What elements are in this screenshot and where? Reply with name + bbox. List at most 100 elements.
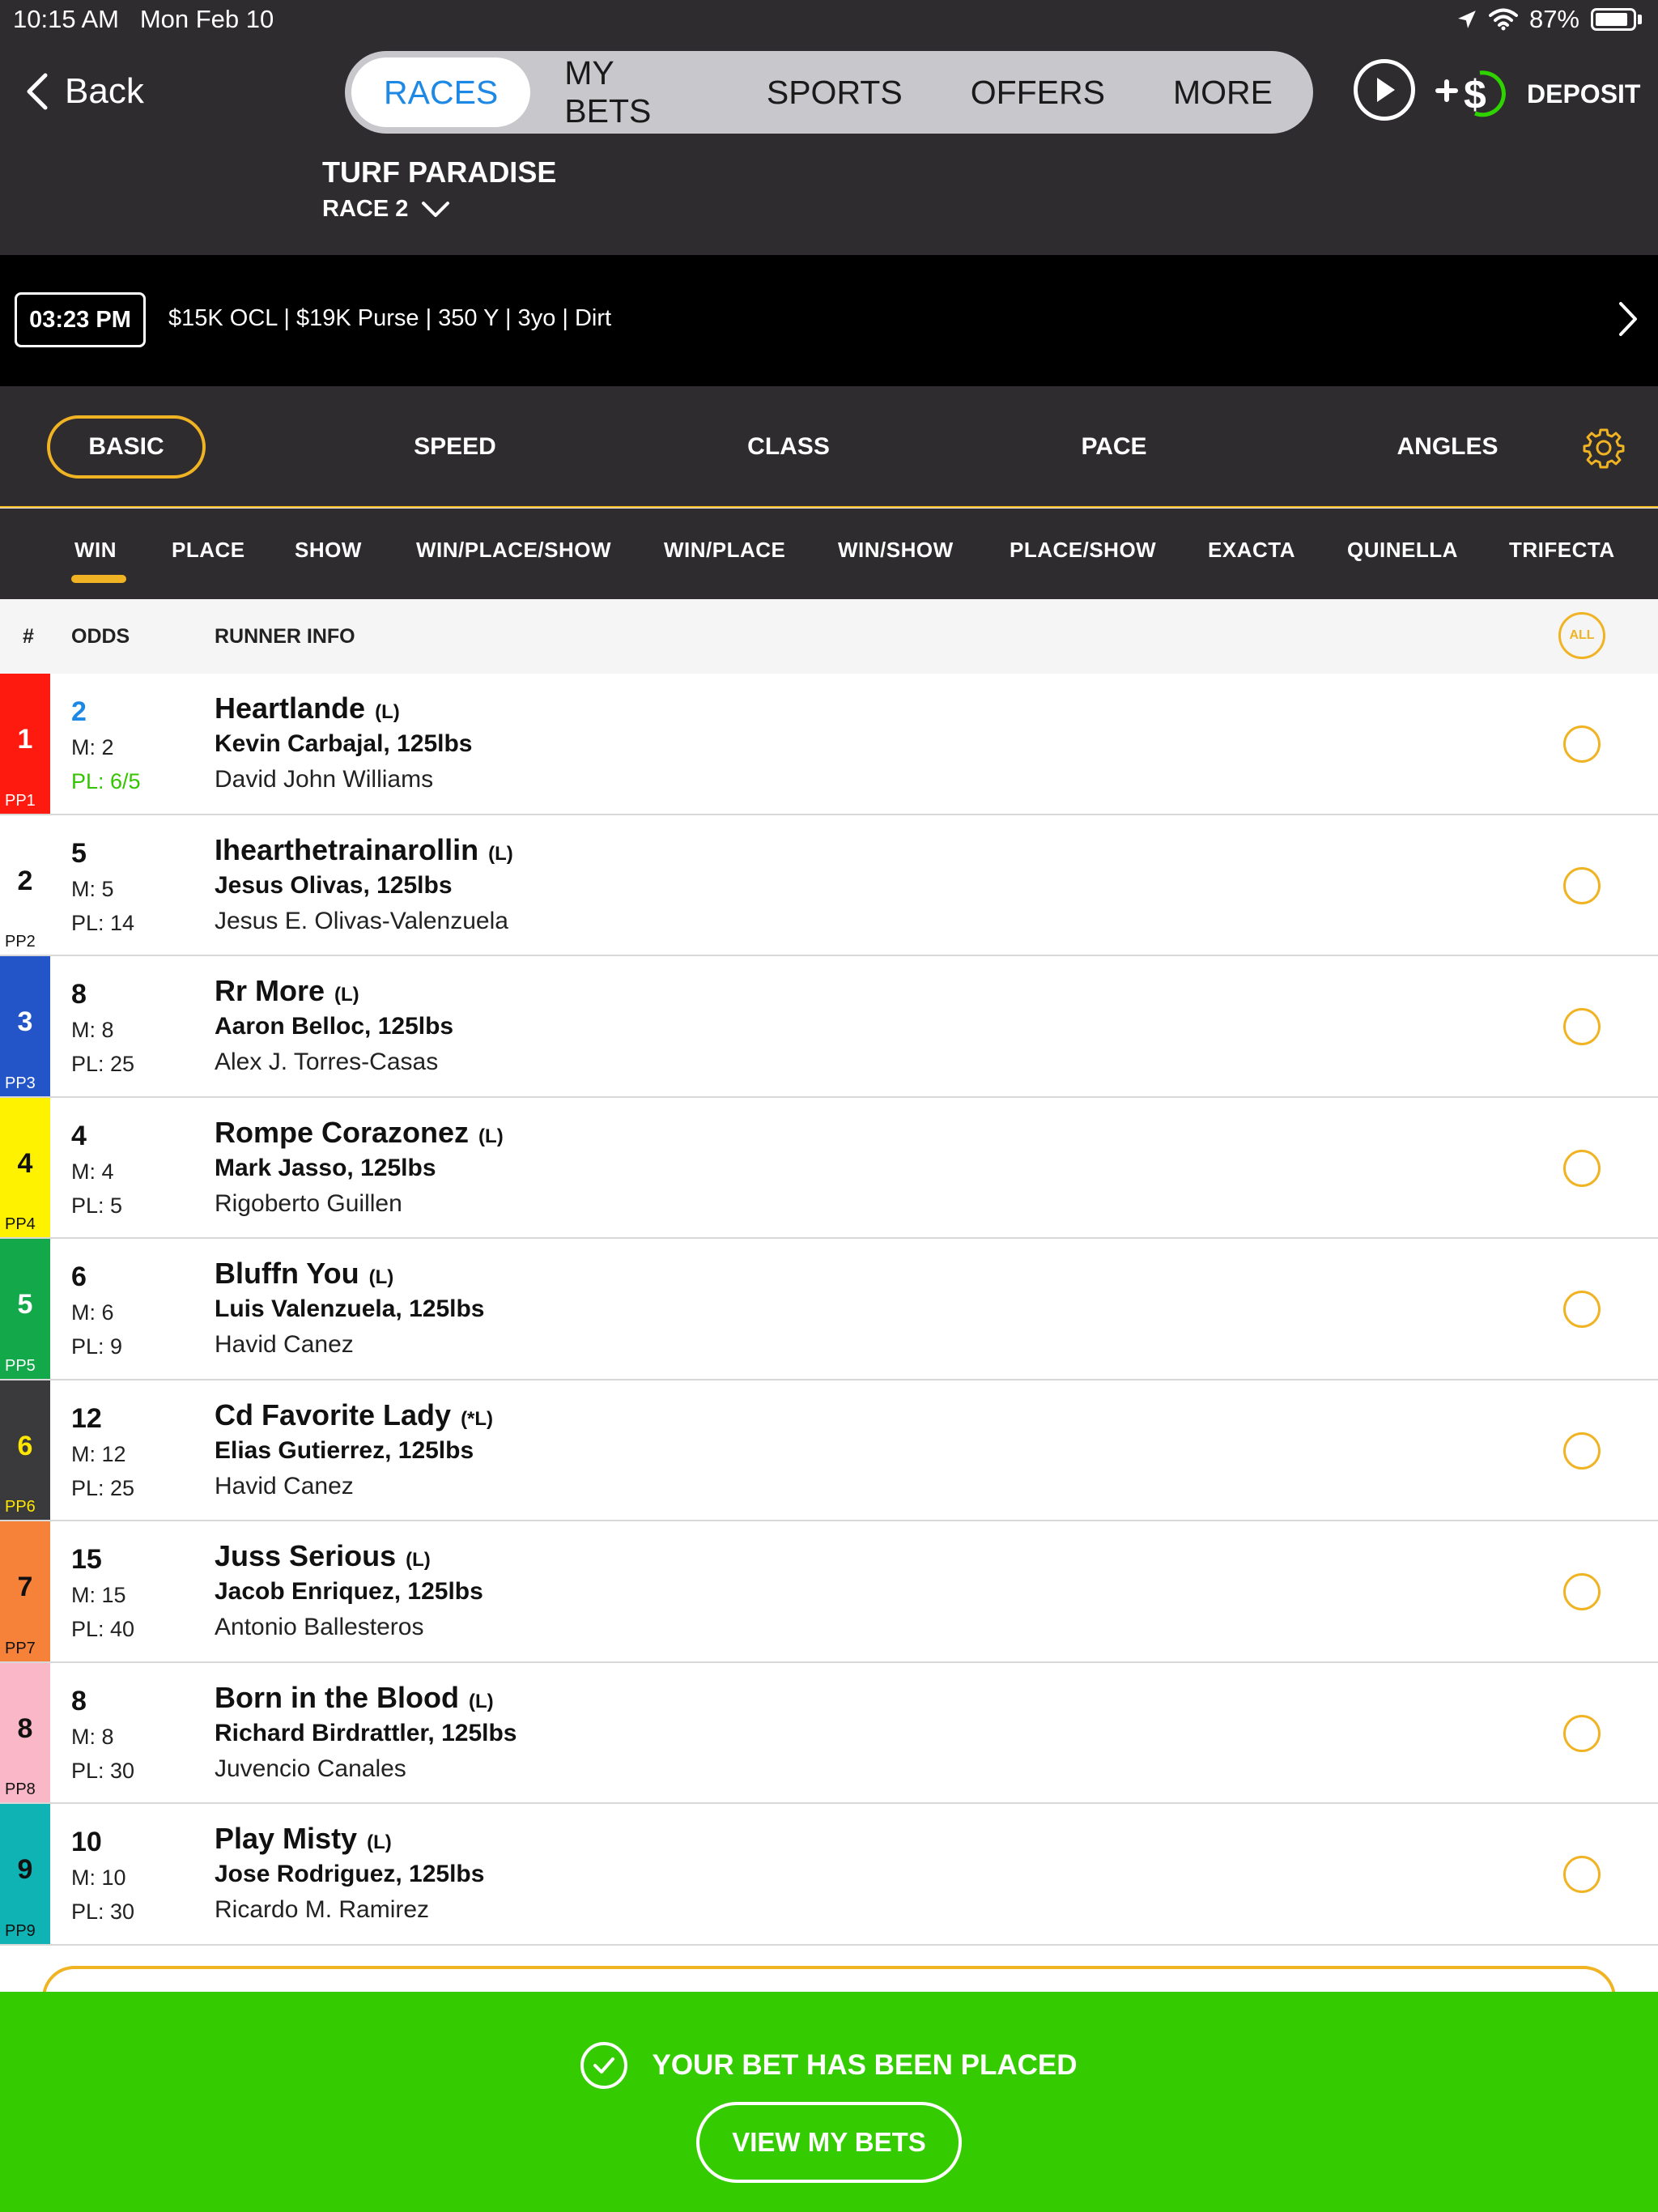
pool-odds: PL: 30: [71, 1758, 135, 1783]
program-number: 4: [17, 1147, 33, 1179]
horse-name: Heartlande (L): [215, 691, 400, 725]
post-position: PP9: [5, 1921, 36, 1940]
horse-name: Play Misty (L): [215, 1822, 392, 1856]
program-number: 6: [17, 1430, 33, 1461]
horse-name-text: Ihearthetrainarollin: [215, 832, 479, 866]
toast-text: YOUR BET HAS BEEN PLACED: [652, 2049, 1078, 2081]
runner-row[interactable]: 5 PP5 6 M: 6 PL: 9 Bluffn You (L) Luis Va…: [0, 1239, 1658, 1380]
runner-row[interactable]: 9 PP9 10 M: 10 PL: 30 Play Misty (L) Jose…: [0, 1804, 1658, 1946]
video-play-button[interactable]: [1354, 59, 1415, 121]
trainer-name: Havid Canez: [215, 1331, 354, 1358]
jockey-weight: Jacob Enriquez, 125lbs: [215, 1578, 483, 1605]
runner-select-toggle[interactable]: [1563, 1008, 1601, 1045]
runner-select-toggle[interactable]: [1563, 1431, 1601, 1470]
bet-tab-place[interactable]: PLACE: [172, 538, 245, 563]
horse-name: Juss Serious (L): [215, 1539, 431, 1573]
bet-tab-trifecta[interactable]: TRIFECTA: [1509, 538, 1615, 563]
jockey-weight: Jose Rodriguez, 125lbs: [215, 1861, 485, 1887]
tab-angles[interactable]: ANGLES: [1376, 415, 1519, 479]
deposit-label: DEPOSIT: [1527, 79, 1641, 108]
runner-row[interactable]: 4 PP4 4 M: 4 PL: 5 Rompe Corazonez (L) Ma…: [0, 1097, 1658, 1239]
runner-select-toggle[interactable]: [1563, 1291, 1601, 1328]
bet-tab-win-place-show[interactable]: WIN/PLACE/SHOW: [416, 538, 611, 563]
runners-list: 1 PP1 2 M: 2 PL: 6/5 Heartlande (L) Kevin…: [0, 674, 1658, 1946]
current-odds: 5: [71, 837, 87, 869]
view-my-bets-button[interactable]: VIEW MY BETS: [696, 2102, 962, 2183]
gear-icon[interactable]: [1583, 427, 1625, 469]
tab-basic[interactable]: BASIC: [47, 415, 206, 479]
battery-icon: [1591, 8, 1636, 31]
tab-more[interactable]: MORE: [1139, 57, 1307, 127]
back-button[interactable]: Back: [24, 71, 144, 112]
bet-tab-win-place[interactable]: WIN/PLACE: [664, 538, 785, 563]
select-all-button[interactable]: ALL: [1558, 612, 1605, 659]
medication: (L): [334, 984, 359, 1006]
runner-row[interactable]: 1 PP1 2 M: 2 PL: 6/5 Heartlande (L) Kevin…: [0, 674, 1658, 815]
morning-line: M: 4: [71, 1159, 114, 1184]
medication: (L): [368, 1266, 394, 1288]
tab-races[interactable]: RACES: [351, 57, 531, 127]
current-odds: 8: [71, 979, 87, 1010]
runner-select-toggle[interactable]: [1563, 866, 1601, 904]
chevron-down-icon: [422, 201, 450, 217]
runner-select-toggle[interactable]: [1563, 1149, 1601, 1187]
runner-select-toggle[interactable]: [1563, 1573, 1601, 1610]
saddle-cloth: 9 PP9: [0, 1804, 50, 1944]
deposit-button[interactable]: $ DEPOSIT: [1435, 66, 1640, 121]
tab-speed[interactable]: SPEED: [389, 415, 521, 479]
current-odds: 2: [71, 696, 87, 727]
horse-name: Bluffn You (L): [215, 1257, 393, 1291]
runner-select-toggle[interactable]: [1563, 1714, 1601, 1752]
saddle-cloth: 8 PP8: [0, 1662, 50, 1802]
program-number: 3: [17, 1006, 33, 1037]
jockey-weight: Kevin Carbajal, 125lbs: [215, 730, 473, 757]
runner-row[interactable]: 7 PP7 15 M: 15 PL: 40 Juss Serious (L) Ja…: [0, 1521, 1658, 1663]
horse-name: Rompe Corazonez (L): [215, 1116, 504, 1150]
trainer-name: Jesus E. Olivas-Valenzuela: [215, 907, 508, 934]
active-tab-indicator: [71, 575, 126, 583]
tab-sports[interactable]: SPORTS: [733, 57, 937, 127]
trainer-name: Antonio Ballesteros: [215, 1614, 424, 1640]
saddle-cloth: 5 PP5: [0, 1239, 50, 1379]
runner-row[interactable]: 8 PP8 8 M: 8 PL: 30 Born in the Blood (L)…: [0, 1662, 1658, 1804]
bet-tab-win-show[interactable]: WIN/SHOW: [838, 538, 954, 563]
trainer-name: Havid Canez: [215, 1472, 354, 1499]
post-position: PP1: [5, 791, 36, 810]
race-selector[interactable]: RACE 2: [322, 196, 450, 223]
tab-class[interactable]: CLASS: [722, 415, 855, 479]
morning-line: M: 15: [71, 1583, 126, 1607]
program-number: 5: [17, 1289, 33, 1320]
battery-percent: 87%: [1528, 5, 1579, 33]
back-label: Back: [65, 71, 144, 111]
runner-row[interactable]: 2 PP2 5 M: 5 PL: 14 Ihearthetrainarollin…: [0, 815, 1658, 956]
morning-line: M: 2: [71, 735, 114, 759]
current-odds: 12: [71, 1402, 102, 1434]
tab-pace[interactable]: PACE: [1048, 415, 1180, 479]
status-time: 10:15 AM Mon Feb 10: [13, 5, 274, 33]
current-odds: 15: [71, 1544, 102, 1575]
tab-my-bets[interactable]: MY BETS: [530, 54, 733, 130]
location-icon: [1458, 11, 1476, 28]
runner-select-toggle[interactable]: [1563, 725, 1601, 763]
medication: (L): [488, 842, 513, 865]
bet-tab-show[interactable]: SHOW: [295, 538, 362, 563]
bet-tab-quinella[interactable]: QUINELLA: [1347, 538, 1458, 563]
program-number: 2: [17, 865, 33, 896]
tab-offers[interactable]: OFFERS: [937, 57, 1139, 127]
program-number: 9: [17, 1854, 33, 1885]
runner-row[interactable]: 6 PP6 12 M: 12 PL: 25 Cd Favorite Lady (*…: [0, 1380, 1658, 1521]
trainer-name: Alex J. Torres-Casas: [215, 1049, 439, 1075]
saddle-cloth: 7 PP7: [0, 1521, 50, 1661]
race-info-bar[interactable]: 03:23 PM $15K OCL | $19K Purse | 350 Y |…: [0, 255, 1658, 386]
runner-select-toggle[interactable]: [1563, 1856, 1601, 1893]
bet-tab-win[interactable]: WIN: [74, 538, 117, 563]
col-number: #: [23, 625, 34, 648]
post-position: PP2: [5, 933, 36, 951]
medication: (L): [367, 1831, 392, 1853]
bet-tab-exacta[interactable]: EXACTA: [1208, 538, 1295, 563]
post-position: PP4: [5, 1215, 36, 1233]
bet-tab-place-show[interactable]: PLACE/SHOW: [1010, 538, 1156, 563]
current-odds: 10: [71, 1827, 102, 1857]
horse-name-text: Rompe Corazonez: [215, 1115, 470, 1149]
runner-row[interactable]: 3 PP3 8 M: 8 PL: 25 Rr More (L) Aaron Bel…: [0, 956, 1658, 1098]
